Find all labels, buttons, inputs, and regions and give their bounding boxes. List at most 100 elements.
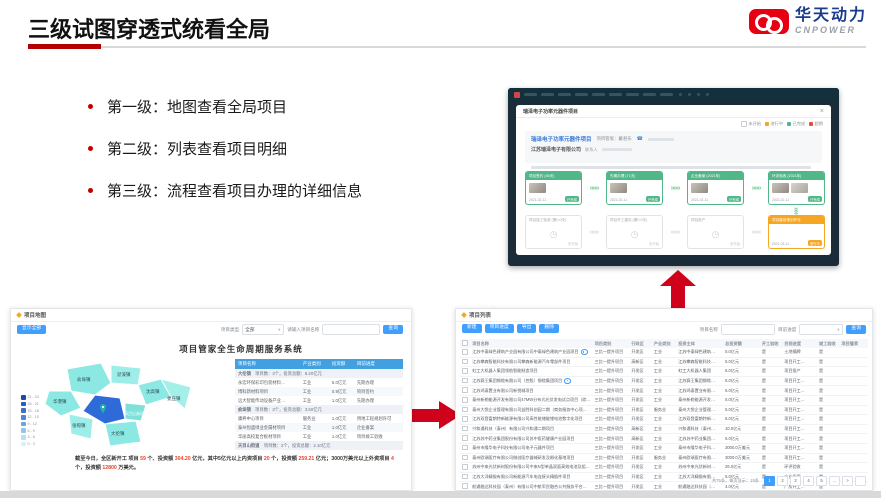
table-row[interactable]: 泰州欧瑞医疗有限公司微创医疗器械研发及孵化基地项目三比一提升项目开发区服务业泰州… bbox=[460, 453, 868, 463]
eye-icon[interactable] bbox=[581, 349, 588, 355]
checkbox[interactable] bbox=[462, 407, 468, 413]
checkbox[interactable] bbox=[462, 435, 468, 441]
summary-number: 12800 bbox=[102, 465, 116, 471]
map-project-table[interactable]: 项目名称产业类别投资额目前进度大伦镇 项目数：3个，投资总额：8.20亿元永宏环… bbox=[235, 359, 403, 450]
toolbar-button[interactable]: 新建 bbox=[462, 324, 482, 333]
close-icon[interactable]: × bbox=[820, 108, 824, 115]
table-row[interactable]: 江苏鸿泰置业有限公司新悦城项目三比一提升项目开发区工业江苏鸿泰置业有限…5.0亿… bbox=[460, 386, 868, 396]
table-row[interactable]: 虹工大机器人集团领航智能制造项目三比一提升项目开发区工业虹工大机器人集团5.0亿… bbox=[460, 367, 868, 377]
page-button[interactable]: 1 bbox=[764, 476, 775, 486]
checkbox[interactable] bbox=[462, 445, 468, 451]
legend-item: 已完成 bbox=[787, 121, 805, 127]
table-row[interactable]: 兴和通科技（泰州）有限公司兴和通二期项目三比一提升项目高新区工业兴和通科技（泰州… bbox=[460, 424, 868, 434]
page-jump-input[interactable] bbox=[855, 476, 866, 486]
cell-finish-check: 是 bbox=[817, 376, 839, 386]
checkbox[interactable] bbox=[462, 455, 468, 461]
table-row[interactable]: 天目山街道 项目数：2个，投资总额：2.10亿元 bbox=[235, 441, 403, 450]
toolbar-button[interactable]: 删除 bbox=[539, 324, 559, 333]
list-progress-select[interactable]: ▼ bbox=[799, 324, 843, 335]
table-row[interactable]: 永宏环保彩印包装材料…工业5.0亿元先期办理 bbox=[235, 378, 403, 387]
district-map[interactable]: 俞垛镇 淤溪镇 沈高镇 娄庄镇 华港镇 大伦镇 张甸镇 天目山街道 bbox=[19, 353, 231, 457]
flow-step-card-done[interactable]: 环评验收 (2021年)2021-02-11已完成 bbox=[768, 171, 825, 205]
list-search-button[interactable]: 查询 bbox=[846, 325, 866, 334]
table-row[interactable]: 远大智能传动设备产业…工业1.0亿元先期办理 bbox=[235, 396, 403, 405]
chevron-down-icon: ▼ bbox=[836, 327, 840, 332]
map-legend-item: 12 - 15 bbox=[21, 415, 39, 420]
checkbox[interactable] bbox=[462, 340, 468, 346]
table-row[interactable]: 苏州中来光伏新材股份有限公司中来N型单晶双面高效电池及组件新材料项目三比一提升项… bbox=[460, 463, 868, 473]
checkbox[interactable] bbox=[462, 349, 468, 355]
map-search-button[interactable]: 查询 bbox=[383, 325, 403, 334]
map-legend-range: 9 - 12 bbox=[28, 422, 37, 426]
cell-checkbox bbox=[460, 434, 470, 444]
step-date: 2021-02-11 bbox=[691, 198, 708, 202]
table-row[interactable]: 江苏中泰绿色建筑产业园有限公司中泰绿色建筑产业园项目三比一提升项目开发区工业江苏… bbox=[460, 348, 868, 357]
status-badge: 已完成 bbox=[565, 196, 579, 202]
checkbox[interactable] bbox=[462, 387, 468, 393]
cell-finish-check: 是 bbox=[817, 367, 839, 377]
flow-step-card-active[interactable]: 项目建设规划许可2021-03-11进行中 bbox=[768, 215, 825, 249]
page-button[interactable]: 3 bbox=[790, 476, 801, 486]
group-cell: 大伦镇 项目数：3个，投资总额：8.20亿元 bbox=[235, 369, 403, 378]
flow-step-card-pending[interactable]: 项目竣工验收 (第0-0天)◷未开始 bbox=[525, 215, 582, 249]
table-row[interactable]: 华丽高校复合板材项目工业1.0亿元项目竣工验收 bbox=[235, 432, 403, 441]
flow-step-card-done[interactable]: 项目签约 (45天)2021-02-11已完成 bbox=[525, 171, 582, 205]
page-button[interactable]: 2 bbox=[777, 476, 788, 486]
cell-start-check: 是 bbox=[760, 395, 782, 405]
table-row[interactable]: 泰州大悦企业管理有限公司益胜科创园二期（商务服务中心项目）三比一提升项目开发区服… bbox=[460, 405, 868, 415]
cell-checkbox bbox=[460, 482, 470, 492]
cell-progress: 项目投产 bbox=[782, 367, 817, 377]
cell-type: 三比一提升项目 bbox=[593, 395, 630, 405]
table-row[interactable]: 博科新材料项目工业0.9亿元项目签约 bbox=[235, 387, 403, 396]
table-row[interactable]: 康养中心项目服务业1.0亿元用地工程规划许可 bbox=[235, 414, 403, 423]
checkbox[interactable] bbox=[462, 378, 468, 384]
legend-label: 未开始 bbox=[748, 121, 761, 127]
flow-step-card-pending[interactable]: 项目投产◷未开始 bbox=[687, 215, 744, 249]
cell-checkbox bbox=[460, 357, 470, 367]
cell-start-check: 是 bbox=[760, 376, 782, 386]
page-button[interactable]: 5 bbox=[816, 476, 827, 486]
checkbox[interactable] bbox=[462, 416, 468, 422]
show-all-button[interactable]: 显示全部 bbox=[17, 325, 46, 334]
checkbox[interactable] bbox=[462, 483, 468, 489]
checkbox[interactable] bbox=[462, 464, 468, 470]
table-row[interactable]: 大伦镇 项目数：3个，投资总额：8.20亿元 bbox=[235, 369, 403, 378]
table-row[interactable]: 江苏苏中药业集团股份有限公司苏中医药健康产业园项目三比一提升项目高新区工业江苏苏… bbox=[460, 434, 868, 444]
table-row[interactable]: 泰州恒盛绿业金属材项目工业1.0亿元企业备案 bbox=[235, 423, 403, 432]
clock-icon: ◷ bbox=[712, 230, 720, 239]
table-row[interactable]: 俞垛镇 项目数：3个，投资总额：3.50亿元 bbox=[235, 405, 403, 414]
cell-name: 航通融达科技园（泰州）有限公司中航军民融合公共服务平台项目 bbox=[470, 482, 592, 492]
table-row[interactable]: 江苏赛王集团钢缆有限公司（控股）钢缆集团项目三比一提升项目开发区工业江苏赛王集团… bbox=[460, 376, 868, 386]
cell-manager bbox=[839, 386, 868, 396]
eye-icon[interactable] bbox=[564, 378, 571, 384]
list-name-label: 项目名称 bbox=[700, 327, 718, 333]
page-button[interactable]: 4 bbox=[803, 476, 814, 486]
toolbar-button[interactable]: 导出 bbox=[517, 324, 537, 333]
checkbox[interactable] bbox=[462, 426, 468, 432]
cell-name: 江苏苏中药业集团股份有限公司苏中医药健康产业园项目 bbox=[470, 434, 592, 444]
flow-step-card-done[interactable]: 企业备案 (2021年)2021-02-11已完成 bbox=[687, 171, 744, 205]
column-header: 投资主体 bbox=[676, 339, 723, 348]
bullet-item-3: 第三级：流程查看项目办理的详细信息 bbox=[88, 180, 362, 201]
checkbox[interactable] bbox=[462, 368, 468, 374]
flow-step-card-done[interactable]: 先期办理 (71天)2021-02-11已完成 bbox=[606, 171, 663, 205]
region-label: 淤溪镇 bbox=[117, 371, 131, 378]
step-title: 项目建设规划许可 bbox=[769, 216, 824, 224]
project-name-input[interactable] bbox=[322, 324, 380, 335]
checkbox[interactable] bbox=[462, 474, 468, 480]
project-type-select[interactable]: 全部 ▼ bbox=[242, 324, 284, 335]
table-row[interactable]: 江苏攀森智能科技有限公司攀森新能源汽车零部件项目三比一提升项目高新区工业江苏攀森… bbox=[460, 357, 868, 367]
flow-step-card-pending[interactable]: 项目开工建设 (第0-0天)◷未开始 bbox=[606, 215, 663, 249]
checkbox[interactable] bbox=[462, 397, 468, 403]
table-row[interactable]: 泰州新勒能源开发有限公司47MW分布式光伏发电试点项目（综合智慧能源项目）三比一… bbox=[460, 395, 868, 405]
list-name-input[interactable] bbox=[721, 324, 775, 335]
toolbar-button[interactable]: 项目进度 bbox=[485, 324, 514, 333]
cell-name: 永宏环保彩印包装材料… bbox=[235, 378, 300, 387]
table-row[interactable]: 江苏双登富朗特新能源有限公司高性能储能锂电池数字化项目三比一提升项目开发区工业江… bbox=[460, 415, 868, 425]
checkbox[interactable] bbox=[462, 359, 468, 365]
cell-type: 三比一提升项目 bbox=[593, 482, 630, 492]
project-list-table[interactable]: 项目名称项目类别行政区产业类别投资主体总投资额开工验收目前进度竣工验收项目管家江… bbox=[460, 339, 868, 492]
page-button[interactable]: … bbox=[829, 476, 840, 486]
table-row[interactable]: 泰州市隆华电子科技有限公司电子元器件项目三比一提升项目开发区工业泰州市隆华电子科… bbox=[460, 443, 868, 453]
page-button[interactable]: > bbox=[842, 476, 853, 486]
